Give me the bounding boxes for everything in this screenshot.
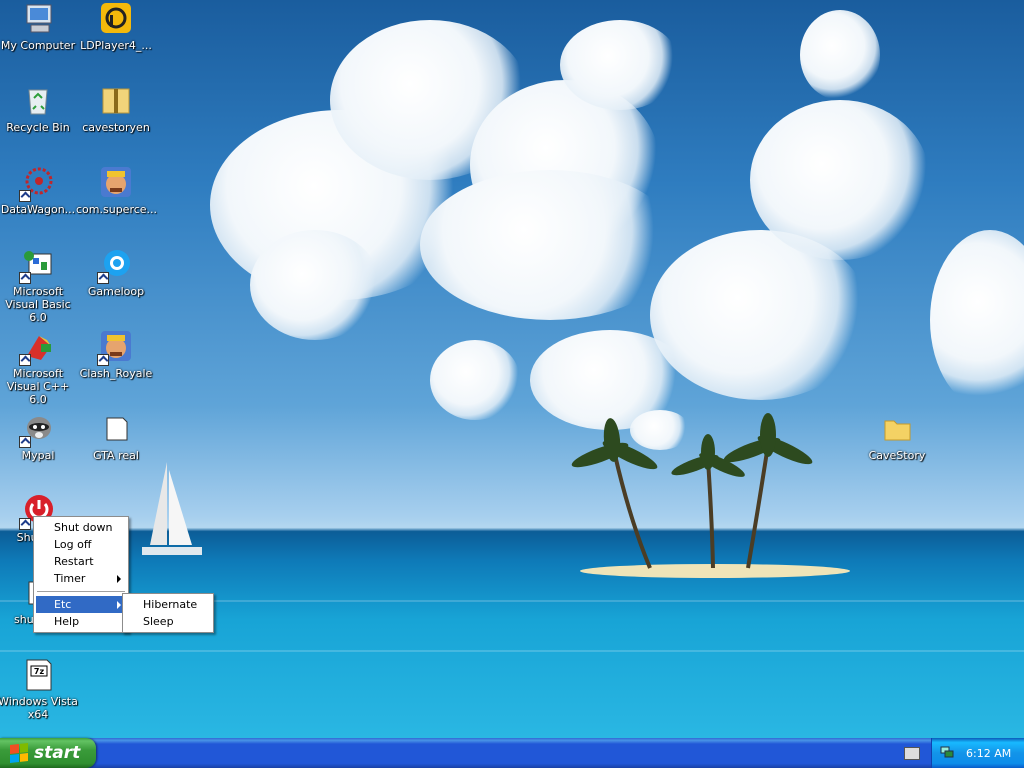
shortcut-arrow-icon — [19, 436, 31, 448]
system-tray: 6:12 AM — [931, 738, 1024, 768]
clock[interactable]: 6:12 AM — [966, 747, 1011, 760]
desktop-icon-datawagon[interactable]: DataWagon... — [0, 166, 78, 216]
desktop-icon-clash-royale[interactable]: Clash_Royale — [76, 330, 156, 380]
taskbar: start 6:12 AM — [0, 738, 1024, 768]
desktop-icon-gameloop[interactable]: Gameloop — [76, 248, 156, 298]
icon-label: My Computer — [0, 39, 76, 52]
icon-label: LDPlayer4_... — [80, 39, 152, 52]
etc-submenu: Hibernate Sleep — [122, 593, 214, 633]
desktop-icon-com-supercell[interactable]: com.superce... — [76, 166, 158, 216]
menu-item-hibernate[interactable]: Hibernate — [125, 596, 211, 613]
submenu-arrow-icon — [117, 575, 121, 583]
icon-label: Microsoft Visual Basic 6.0 — [5, 285, 71, 324]
my-computer-icon — [21, 2, 55, 36]
desktop-icon-gta-real[interactable]: GTA real — [76, 412, 156, 462]
gameloop-icon — [97, 248, 133, 284]
start-label: start — [34, 743, 81, 763]
ldplayer-icon — [99, 2, 133, 36]
icon-label: Gameloop — [87, 285, 145, 298]
desktop-icon-visual-cpp[interactable]: Microsoft Visual C++ 6.0 — [0, 330, 78, 406]
mypal-raccoon-icon — [19, 412, 55, 448]
desktop[interactable]: My Computer LDPlayer4_... Recycle Bin ca… — [0, 0, 1024, 738]
menu-item-sleep[interactable]: Sleep — [125, 613, 211, 630]
shortcut-arrow-icon — [97, 354, 109, 366]
icon-label: CaveStory — [868, 449, 926, 462]
recycle-bin-icon — [21, 84, 55, 118]
menu-item-log-off[interactable]: Log off — [36, 536, 126, 553]
icon-label: Mypal — [21, 449, 55, 462]
desktop-icon-cavestory[interactable]: CaveStory — [857, 412, 937, 462]
menu-item-shut-down[interactable]: Shut down — [36, 519, 126, 536]
shortcut-arrow-icon — [19, 272, 31, 284]
icon-label: Recycle Bin — [6, 121, 70, 134]
island-sand — [580, 564, 850, 578]
desktop-icon-ldplayer[interactable]: LDPlayer4_... — [76, 2, 156, 52]
menu-item-timer[interactable]: Timer — [36, 570, 126, 587]
icon-label: com.superce... — [76, 203, 158, 216]
blank-file-icon — [99, 412, 133, 446]
svg-text:7z: 7z — [34, 667, 45, 676]
icon-label: DataWagon... — [0, 203, 76, 216]
menu-separator — [37, 591, 125, 592]
visual-cpp-icon — [19, 330, 55, 366]
windows-logo-icon — [10, 743, 28, 763]
menu-item-etc[interactable]: Etc — [36, 596, 126, 613]
icon-label: Windows Vista x64 — [0, 695, 78, 721]
palm-fronds — [571, 413, 813, 477]
desktop-icon-visual-basic[interactable]: Microsoft Visual Basic 6.0 — [0, 248, 78, 324]
zip-folder-icon — [99, 84, 133, 118]
menu-item-help[interactable]: Help — [36, 613, 126, 630]
clash-royale-icon — [99, 166, 133, 200]
visual-basic-icon — [19, 248, 55, 284]
network-icon[interactable] — [940, 746, 954, 758]
icon-label: GTA real — [93, 449, 139, 462]
desktop-icon-my-computer[interactable]: My Computer — [0, 2, 78, 52]
submenu-arrow-icon — [117, 601, 121, 609]
icon-label: cavestoryen — [82, 121, 150, 134]
desktop-icon-recycle-bin[interactable]: Recycle Bin — [0, 84, 78, 134]
shortcut-arrow-icon — [19, 190, 31, 202]
shortcut-arrow-icon — [97, 272, 109, 284]
shortcut-arrow-icon — [19, 354, 31, 366]
desktop-icon-windows-vista[interactable]: 7z Windows Vista x64 — [0, 658, 78, 721]
menu-item-label: Etc — [54, 598, 72, 611]
menu-item-label: Timer — [54, 572, 86, 585]
shortcut-arrow-icon — [19, 518, 31, 530]
icon-label: Clash_Royale — [79, 367, 153, 380]
folder-icon — [880, 412, 914, 446]
start-button[interactable]: start — [0, 738, 96, 768]
menu-item-restart[interactable]: Restart — [36, 553, 126, 570]
keyboard-icon[interactable] — [904, 747, 920, 760]
datawagon-icon — [19, 166, 55, 202]
7z-archive-icon: 7z — [21, 658, 55, 692]
desktop-icon-mypal[interactable]: Mypal — [0, 412, 78, 462]
clash-royale-icon — [97, 330, 133, 366]
shutdown-context-menu: Shut down Log off Restart Timer Etc Help — [33, 516, 129, 633]
sailboat — [142, 462, 202, 555]
icon-label: Microsoft Visual C++ 6.0 — [6, 367, 70, 406]
desktop-icon-cavestoryen[interactable]: cavestoryen — [76, 84, 156, 134]
